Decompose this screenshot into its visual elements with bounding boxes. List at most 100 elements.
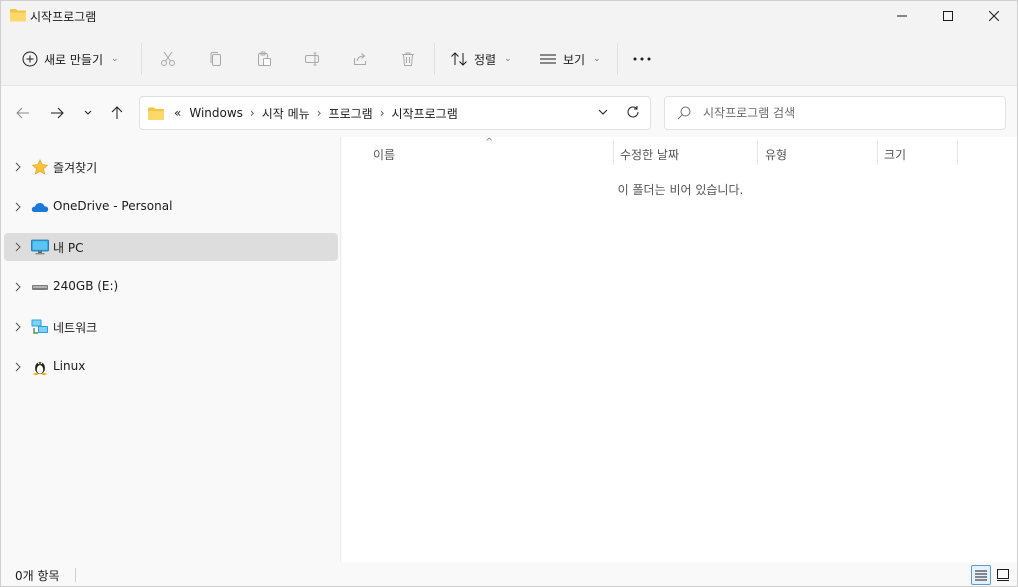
title-bar: 시작프로그램 bbox=[1, 1, 1017, 31]
sidebar-item-linux[interactable]: Linux bbox=[4, 353, 338, 381]
arrow-up-icon bbox=[111, 106, 123, 119]
address-bar[interactable]: « Windows › 시작 메뉴 › 프로그램 › 시작프로그램 bbox=[139, 96, 651, 130]
chevron-right-icon[interactable] bbox=[13, 201, 23, 213]
view-label: 보기 bbox=[563, 52, 586, 67]
sidebar-item-label: 즐겨찾기 bbox=[53, 161, 98, 175]
sidebar-item-drive-e[interactable]: 240GB (E:) bbox=[4, 273, 338, 301]
chevron-right-icon[interactable] bbox=[13, 321, 23, 333]
column-header-label: 크기 bbox=[884, 147, 907, 162]
sort-button[interactable]: 정렬 ⌄ bbox=[450, 45, 512, 73]
delete-icon bbox=[402, 52, 414, 66]
share-button[interactable] bbox=[345, 45, 375, 73]
column-divider[interactable] bbox=[757, 141, 758, 165]
sort-ascending-icon: ^ bbox=[485, 137, 494, 148]
back-button[interactable] bbox=[11, 101, 35, 125]
share-icon bbox=[354, 53, 366, 65]
file-explorer-window: 시작프로그램 새로 만들기 ⌄ 정렬 ⌄ 보기 ⌄ « Windows › 시작… bbox=[0, 0, 1018, 587]
delete-button[interactable] bbox=[393, 45, 423, 73]
column-divider[interactable] bbox=[613, 141, 614, 165]
paste-icon bbox=[258, 51, 271, 66]
up-button[interactable] bbox=[105, 101, 129, 125]
sidebar-item-onedrive[interactable]: OneDrive - Personal bbox=[4, 193, 338, 221]
tiles-view-button[interactable] bbox=[993, 565, 1013, 585]
details-view-icon bbox=[975, 570, 987, 581]
chevron-down-icon[interactable] bbox=[598, 109, 608, 115]
breadcrumb-item[interactable]: 프로그램 bbox=[325, 105, 377, 122]
linux-icon bbox=[33, 362, 47, 375]
network-icon bbox=[31, 319, 48, 334]
chevron-right-icon[interactable]: › bbox=[247, 106, 258, 120]
status-bar: 0개 항목 bbox=[1, 562, 1017, 586]
tiles-view-icon bbox=[997, 569, 1009, 581]
column-divider[interactable] bbox=[877, 141, 878, 165]
file-list: ^ 이름 수정한 날짜 유형 크기 이 폴더는 비어 있습니다. bbox=[342, 137, 1017, 562]
breadcrumb-item[interactable]: Windows bbox=[185, 106, 247, 120]
details-view-button[interactable] bbox=[971, 565, 991, 585]
column-header-label: 이름 bbox=[373, 147, 396, 162]
refresh-icon[interactable] bbox=[626, 105, 640, 119]
sidebar-item-label: 240GB (E:) bbox=[53, 279, 119, 293]
breadcrumb-overflow[interactable]: « bbox=[170, 106, 185, 120]
address-row: « Windows › 시작 메뉴 › 프로그램 › 시작프로그램 bbox=[1, 87, 1017, 137]
recent-locations-button[interactable] bbox=[76, 101, 100, 125]
plus-circle-icon bbox=[22, 51, 38, 67]
search-input[interactable] bbox=[703, 102, 993, 124]
column-divider[interactable] bbox=[957, 141, 958, 165]
copy-icon bbox=[210, 52, 221, 66]
status-divider bbox=[75, 568, 76, 582]
sidebar-item-favorites[interactable]: 즐겨찾기 bbox=[4, 153, 338, 181]
sort-icon bbox=[451, 52, 467, 66]
chevron-down-icon: ⌄ bbox=[111, 54, 119, 64]
column-header-modified[interactable]: 수정한 날짜 bbox=[620, 141, 679, 167]
more-button[interactable] bbox=[627, 45, 657, 73]
sidebar-item-network[interactable]: 네트워크 bbox=[4, 313, 338, 341]
rename-button[interactable] bbox=[297, 45, 327, 73]
close-button[interactable] bbox=[971, 1, 1017, 31]
star-icon bbox=[31, 159, 49, 175]
arrow-right-icon bbox=[51, 107, 64, 119]
sidebar-item-this-pc[interactable]: 내 PC bbox=[4, 233, 338, 261]
close-icon bbox=[989, 11, 999, 21]
toolbar-divider bbox=[617, 43, 618, 75]
chevron-right-icon[interactable] bbox=[13, 281, 23, 293]
forward-button[interactable] bbox=[45, 101, 69, 125]
drive-icon bbox=[32, 285, 48, 290]
folder-icon bbox=[10, 9, 26, 22]
chevron-right-icon[interactable]: › bbox=[377, 106, 388, 120]
breadcrumb: « Windows › 시작 메뉴 › 프로그램 › 시작프로그램 bbox=[170, 105, 462, 122]
sidebar-item-label: Linux bbox=[53, 359, 86, 373]
chevron-down-icon: ⌄ bbox=[504, 54, 512, 64]
column-header-label: 유형 bbox=[765, 147, 788, 162]
sort-label: 정렬 bbox=[474, 52, 497, 67]
command-bar: 새로 만들기 ⌄ 정렬 ⌄ 보기 ⌄ bbox=[1, 31, 1017, 86]
column-header-size[interactable]: 크기 bbox=[884, 141, 906, 167]
maximize-button[interactable] bbox=[925, 1, 971, 31]
view-button[interactable]: 보기 ⌄ bbox=[539, 45, 601, 73]
chevron-down-icon: ⌄ bbox=[593, 54, 601, 64]
maximize-icon bbox=[943, 11, 953, 21]
new-button[interactable]: 새로 만들기 ⌄ bbox=[14, 43, 127, 75]
cloud-icon bbox=[31, 203, 49, 212]
paste-button[interactable] bbox=[249, 45, 279, 73]
column-header-type[interactable]: 유형 bbox=[765, 141, 787, 167]
chevron-right-icon[interactable] bbox=[13, 161, 23, 173]
pc-icon bbox=[31, 239, 49, 255]
search-box[interactable] bbox=[664, 96, 1006, 130]
minimize-button[interactable] bbox=[879, 1, 925, 31]
chevron-down-icon bbox=[84, 110, 92, 115]
more-icon bbox=[633, 57, 651, 61]
chevron-right-icon[interactable] bbox=[13, 361, 23, 373]
minimize-icon bbox=[897, 15, 907, 17]
column-header-name[interactable]: 이름 bbox=[373, 141, 395, 167]
cut-button[interactable] bbox=[153, 45, 183, 73]
cut-icon bbox=[161, 51, 175, 66]
breadcrumb-item[interactable]: 시작 메뉴 bbox=[258, 105, 314, 122]
breadcrumb-item[interactable]: 시작프로그램 bbox=[388, 105, 462, 122]
chevron-right-icon[interactable] bbox=[13, 241, 23, 253]
toolbar-divider bbox=[434, 43, 435, 75]
window-title: 시작프로그램 bbox=[30, 10, 97, 24]
chevron-right-icon[interactable]: › bbox=[314, 106, 325, 120]
empty-folder-message: 이 폴더는 비어 있습니다. bbox=[617, 183, 744, 197]
folder-icon bbox=[148, 107, 164, 120]
copy-button[interactable] bbox=[201, 45, 231, 73]
